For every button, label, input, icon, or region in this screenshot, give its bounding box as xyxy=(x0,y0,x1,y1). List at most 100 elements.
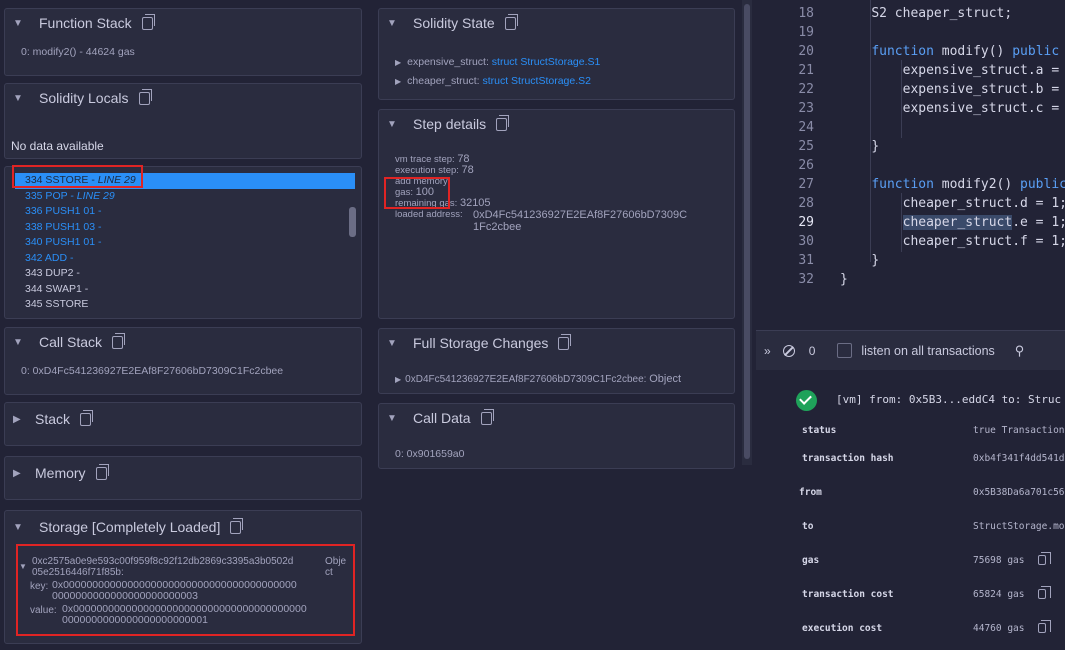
listen-checkbox[interactable] xyxy=(837,343,853,358)
copy-icon[interactable] xyxy=(480,408,494,425)
opcode-label: 334 SSTORE - xyxy=(25,174,98,186)
copy-icon[interactable] xyxy=(1038,552,1051,565)
full-storage-item[interactable]: ▶ 0xD4Fc541236927E2EAf8F27606bD7309C1Fc2c… xyxy=(395,373,681,385)
tx-header[interactable]: [vm] from: 0x5B3...eddC4 to: Struc xyxy=(836,393,1061,406)
collapse-icon[interactable]: » xyxy=(764,344,771,358)
copy-icon[interactable] xyxy=(141,13,155,30)
code-line[interactable]: 24 xyxy=(756,118,1065,137)
code-text: expensive_struct.c = xyxy=(902,101,1060,116)
call-stack-header[interactable]: ▼ Call Stack xyxy=(5,328,361,356)
solidity-state-header[interactable]: ▼ Solidity State xyxy=(379,9,734,37)
caret-down-icon[interactable]: ▼ xyxy=(19,561,27,572)
clear-icon[interactable] xyxy=(782,344,795,357)
line-number: 32 xyxy=(798,272,814,287)
stack-panel: ▶ Stack xyxy=(4,402,362,446)
line-number: 19 xyxy=(798,25,814,40)
call-data-header[interactable]: ▼ Call Data xyxy=(379,404,734,432)
copy-icon[interactable] xyxy=(138,88,152,105)
opcode-item[interactable]: 335 POP - LINE 29 xyxy=(15,189,355,205)
code-editor[interactable]: 18 S2 cheaper_struct; 19 20 function modif… xyxy=(756,0,1065,328)
call-stack-title: Call Stack xyxy=(39,334,103,350)
call-stack-panel: ▼ Call Stack 0: 0xD4Fc541236927E2EAf8F27… xyxy=(4,327,362,395)
code-text: cheaper_struct.d = 1; xyxy=(902,196,1065,211)
caret-down-icon[interactable]: ▼ xyxy=(387,18,401,29)
solidity-locals-header[interactable]: ▼ Solidity Locals xyxy=(5,84,361,112)
code-line[interactable]: 28 cheaper_struct.d = 1; xyxy=(756,194,1065,213)
caret-down-icon[interactable]: ▼ xyxy=(13,522,27,533)
code-line[interactable]: 31 } xyxy=(756,251,1065,270)
loaded-address-label: loaded address: xyxy=(395,209,463,220)
stack-header[interactable]: ▶ Stack xyxy=(5,403,361,435)
code-line[interactable]: 25 } xyxy=(756,137,1065,156)
full-storage-title: Full Storage Changes xyxy=(413,335,549,351)
code-line[interactable]: 29 cheaper_struct.e = 1; xyxy=(756,213,1065,232)
code-line[interactable]: 20 function modify() public xyxy=(756,42,1065,61)
line-number: 21 xyxy=(798,63,814,78)
opcode-item[interactable]: 340 PUSH1 01 - xyxy=(15,235,355,251)
opcode-item[interactable]: 334 SSTORE - LINE 29 xyxy=(15,173,355,189)
opcode-item[interactable]: 344 SWAP1 - xyxy=(15,282,355,298)
caret-right-icon[interactable]: ▶ xyxy=(13,468,27,479)
caret-down-icon[interactable]: ▼ xyxy=(13,93,27,104)
storage-key-label: key: xyxy=(30,581,49,592)
code-line[interactable]: 30 cheaper_struct.f = 1; xyxy=(756,232,1065,251)
search-icon[interactable]: ⚲ xyxy=(1015,343,1025,359)
step-details-header[interactable]: ▼ Step details xyxy=(379,110,734,138)
debugger-middle-column: ▼ Solidity State ▶ expensive_struct: stru… xyxy=(372,0,740,650)
line-number: 28 xyxy=(798,196,814,211)
debugger-scrollbar[interactable] xyxy=(742,0,752,465)
opcode-item[interactable]: 342 ADD - xyxy=(15,251,355,267)
opcode-label: 340 PUSH1 01 - xyxy=(25,236,102,248)
keyword: public xyxy=(1020,177,1065,192)
storage-header[interactable]: ▼ Storage [Completely Loaded] xyxy=(5,511,361,543)
caret-down-icon[interactable]: ▼ xyxy=(387,119,401,130)
opcode-item[interactable]: 345 SSTORE xyxy=(15,297,355,313)
opcode-item[interactable]: 343 DUP2 - xyxy=(15,266,355,282)
copy-icon[interactable] xyxy=(112,332,126,349)
caret-right-icon[interactable]: ▶ xyxy=(13,414,27,425)
solidity-state-item[interactable]: ▶ expensive_struct: struct StructStorage.… xyxy=(395,56,600,68)
function-stack-item: 0: modify2() - 44624 gas xyxy=(21,46,135,58)
memory-title: Memory xyxy=(35,465,86,481)
memory-header[interactable]: ▶ Memory xyxy=(5,457,361,489)
tx-detail-value: true Transaction xyxy=(973,425,1065,436)
full-storage-header[interactable]: ▼ Full Storage Changes xyxy=(379,329,734,357)
copy-icon[interactable] xyxy=(80,409,94,426)
opcode-scrollbar[interactable] xyxy=(349,207,356,237)
opcode-list: 334 SSTORE - LINE 29 335 POP - LINE 29 336… xyxy=(15,173,355,313)
caret-right-icon[interactable]: ▶ xyxy=(395,375,401,384)
code-line[interactable]: 19 xyxy=(756,23,1065,42)
copy-icon[interactable] xyxy=(1038,620,1051,633)
code-line[interactable]: 18 S2 cheaper_struct; xyxy=(756,4,1065,23)
copy-icon[interactable] xyxy=(95,463,109,480)
caret-right-icon[interactable]: ▶ xyxy=(395,77,401,86)
line-number: 30 xyxy=(798,234,814,249)
code-line[interactable]: 23 expensive_struct.c = xyxy=(756,99,1065,118)
loaded-address: loaded address: 0xD4Fc541236927E2EAf8F27… xyxy=(395,209,687,233)
copy-icon[interactable] xyxy=(504,13,518,30)
function-stack-header[interactable]: ▼ Function Stack xyxy=(5,9,361,37)
copy-icon[interactable] xyxy=(1038,586,1051,599)
code-line[interactable]: 26 xyxy=(756,156,1065,175)
solidity-state-item[interactable]: ▶ cheaper_struct: struct StructStorage.S2 xyxy=(395,75,591,87)
code-line[interactable]: 32} xyxy=(756,270,1065,289)
caret-down-icon[interactable]: ▼ xyxy=(387,413,401,424)
execution-step: execution step: 78 xyxy=(395,165,491,177)
opcode-item[interactable]: 336 PUSH1 01 - xyxy=(15,204,355,220)
storage-title: Storage [Completely Loaded] xyxy=(39,519,221,535)
copy-icon[interactable] xyxy=(230,517,244,534)
solidity-locals-title: Solidity Locals xyxy=(39,90,129,106)
code-line[interactable]: 21 expensive_struct.a = xyxy=(756,61,1065,80)
code-line[interactable]: 22 expensive_struct.b = xyxy=(756,80,1065,99)
scrollbar-thumb[interactable] xyxy=(744,4,750,459)
caret-down-icon[interactable]: ▼ xyxy=(13,337,27,348)
copy-icon[interactable] xyxy=(558,333,572,350)
copy-icon[interactable] xyxy=(496,114,510,131)
caret-down-icon[interactable]: ▼ xyxy=(387,338,401,349)
code-line[interactable]: 27 function modify2() public xyxy=(756,175,1065,194)
opcode-item[interactable]: 338 PUSH1 03 - xyxy=(15,220,355,236)
opcode-label: 344 SWAP1 - xyxy=(25,282,89,295)
caret-down-icon[interactable]: ▼ xyxy=(13,18,27,29)
state-var-name: expensive_struct: xyxy=(407,56,489,68)
caret-right-icon[interactable]: ▶ xyxy=(395,58,401,67)
